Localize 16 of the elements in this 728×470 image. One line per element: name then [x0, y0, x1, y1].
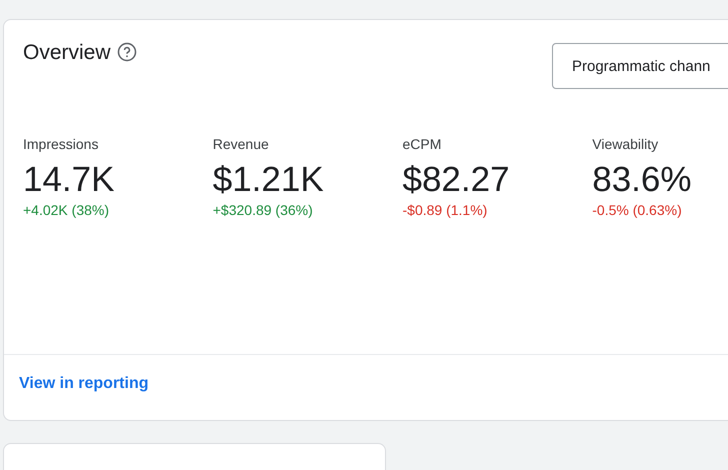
card-title: Overview — [23, 41, 111, 65]
metric-change: -$0.89 (1.1%) — [402, 202, 488, 218]
view-reporting-link[interactable]: View in reporting — [19, 375, 148, 392]
metric-change: +4.02K (38%) — [23, 202, 109, 218]
metric-value: 83.6% — [592, 160, 692, 200]
channel-dropdown[interactable]: Programmatic chann — [552, 43, 728, 89]
metric-label: Viewability — [592, 136, 658, 152]
metric-change: -0.5% (0.63%) — [592, 202, 682, 218]
metric-value: $82.27 — [402, 160, 510, 200]
metric-label: Revenue — [212, 136, 269, 152]
metric-value: 14.7K — [23, 160, 114, 200]
metric-label: Impressions — [23, 136, 98, 152]
metric-value: $1.21K — [212, 160, 324, 200]
metric-change: +$320.89 (36%) — [212, 202, 313, 218]
help-icon[interactable] — [116, 42, 137, 62]
metric-label: eCPM — [402, 136, 442, 152]
